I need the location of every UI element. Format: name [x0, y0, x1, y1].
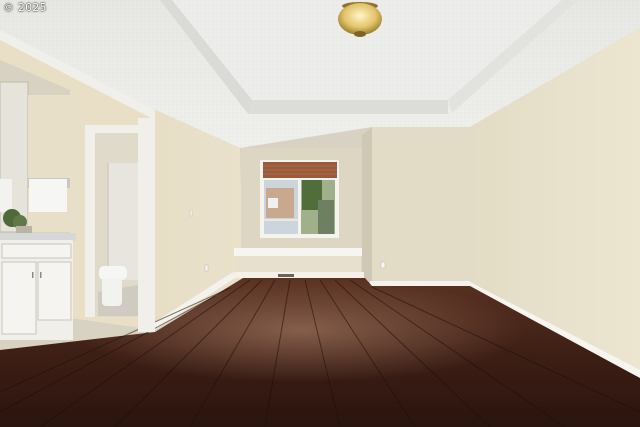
copyright-year: 2025: [17, 1, 47, 14]
bathroom: [95, 133, 138, 317]
vanity-area: [0, 81, 85, 340]
outlet-right: [380, 261, 386, 269]
copyright-symbol: ©: [3, 1, 15, 14]
towel: [29, 179, 67, 212]
room-illustration: [0, 0, 640, 427]
outlet-left: [204, 264, 209, 272]
copyright-watermark: © 2025: [3, 1, 47, 14]
room-photo: © 2025: [0, 0, 640, 427]
right-back-wall: [362, 127, 470, 285]
light-switch: [189, 209, 193, 217]
floor-vent: [278, 274, 294, 277]
